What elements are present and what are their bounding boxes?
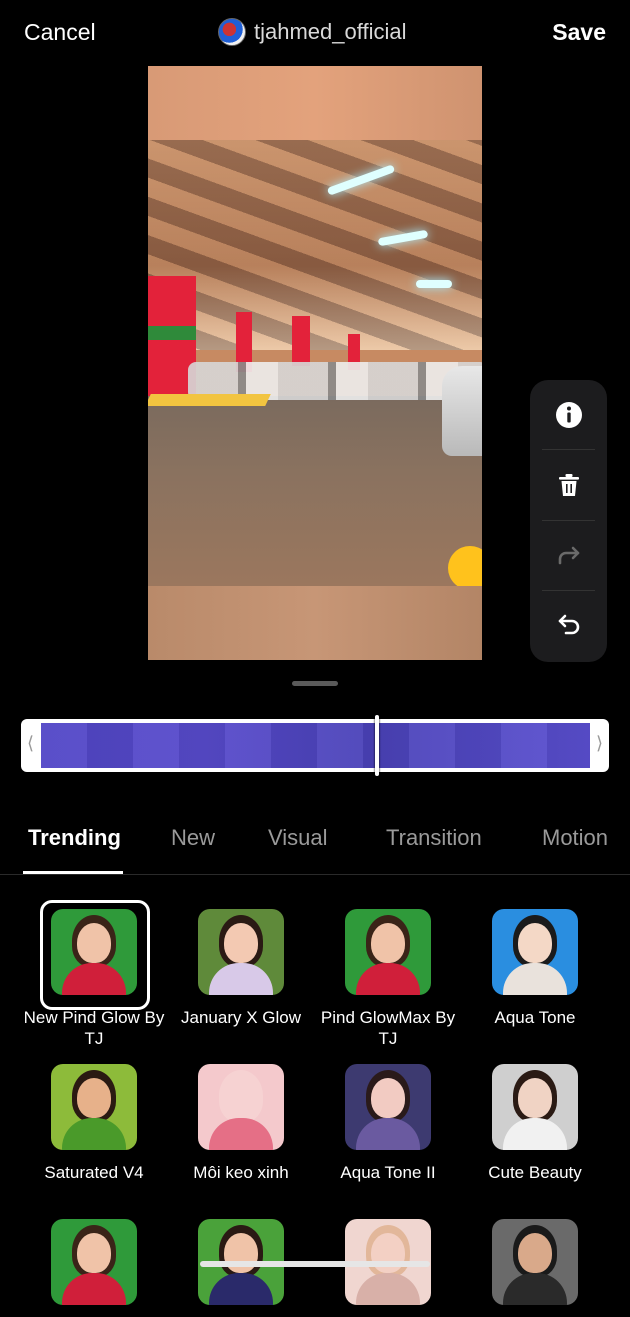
effect-item[interactable] <box>313 1219 463 1317</box>
effect-thumbnail <box>492 1219 578 1305</box>
effect-label: Cute Beauty <box>488 1163 582 1182</box>
avatar <box>218 18 246 46</box>
effect-label: Aqua Tone II <box>340 1163 436 1182</box>
info-icon <box>555 401 582 428</box>
effect-item[interactable]: January X Glow <box>166 909 316 1028</box>
drag-handle[interactable] <box>292 681 338 686</box>
timeline-track[interactable] <box>41 723 590 768</box>
tab-trending[interactable]: Trending <box>28 825 121 851</box>
effect-item[interactable] <box>460 1219 610 1317</box>
effect-timeline[interactable]: ⟨ ⟩ <box>21 715 609 776</box>
effect-item[interactable]: Môi keo xinh <box>166 1064 316 1183</box>
effect-thumbnail <box>345 909 431 995</box>
home-indicator <box>200 1261 430 1267</box>
effect-thumbnail <box>492 909 578 995</box>
delete-button[interactable] <box>540 450 597 519</box>
effect-item[interactable]: New Pind Glow By TJ <box>19 900 169 1049</box>
side-tools-panel <box>530 380 607 662</box>
tab-transition[interactable]: Transition <box>386 825 482 851</box>
playhead[interactable] <box>375 715 379 776</box>
effect-label: Môi keo xinh <box>193 1163 289 1182</box>
effect-thumbnail <box>492 1064 578 1150</box>
effect-label: Saturated V4 <box>44 1163 144 1182</box>
effect-thumbnail <box>198 1064 284 1150</box>
effect-thumbnail <box>198 909 284 995</box>
effect-item[interactable] <box>19 1219 169 1317</box>
effect-item[interactable]: Pind GlowMax By TJ <box>313 909 463 1049</box>
username-label: tjahmed_official <box>254 19 407 44</box>
effect-item[interactable]: Aqua Tone <box>460 909 610 1028</box>
tab-new[interactable]: New <box>171 825 215 851</box>
effect-item[interactable]: Cute Beauty <box>460 1064 610 1183</box>
info-button[interactable] <box>540 380 597 449</box>
effect-item[interactable]: Aqua Tone II <box>313 1064 463 1183</box>
trim-left-handle[interactable]: ⟨ <box>27 733 34 754</box>
video-preview[interactable] <box>148 66 482 660</box>
effect-item[interactable]: Saturated V4 <box>19 1064 169 1183</box>
cancel-button[interactable]: Cancel <box>24 19 96 46</box>
undo-icon <box>558 614 579 634</box>
effect-label: Aqua Tone <box>494 1008 576 1027</box>
effect-thumbnail <box>345 1064 431 1150</box>
undo-button[interactable] <box>540 591 597 660</box>
save-button[interactable]: Save <box>552 19 606 46</box>
tab-visual[interactable]: Visual <box>268 825 328 851</box>
effect-label: January X Glow <box>181 1008 301 1027</box>
effect-item[interactable] <box>166 1219 316 1317</box>
effect-thumbnail <box>51 909 137 995</box>
redo-button[interactable] <box>540 521 597 590</box>
redo-icon <box>558 546 579 564</box>
effect-thumbnail <box>51 1064 137 1150</box>
trim-right-handle[interactable]: ⟩ <box>596 733 603 754</box>
effect-category-tabs: Trending New Visual Transition Motion <box>0 810 630 875</box>
effect-label: Pind GlowMax By TJ <box>320 1008 456 1048</box>
effect-thumbnail <box>51 1219 137 1305</box>
active-tab-indicator <box>23 871 123 874</box>
tab-motion[interactable]: Motion <box>542 825 608 851</box>
trash-icon <box>558 473 579 496</box>
account-switcher[interactable]: tjahmed_official <box>218 18 406 46</box>
effect-label: New Pind Glow By TJ <box>23 1008 165 1048</box>
top-bar: Cancel tjahmed_official Save <box>0 0 630 66</box>
